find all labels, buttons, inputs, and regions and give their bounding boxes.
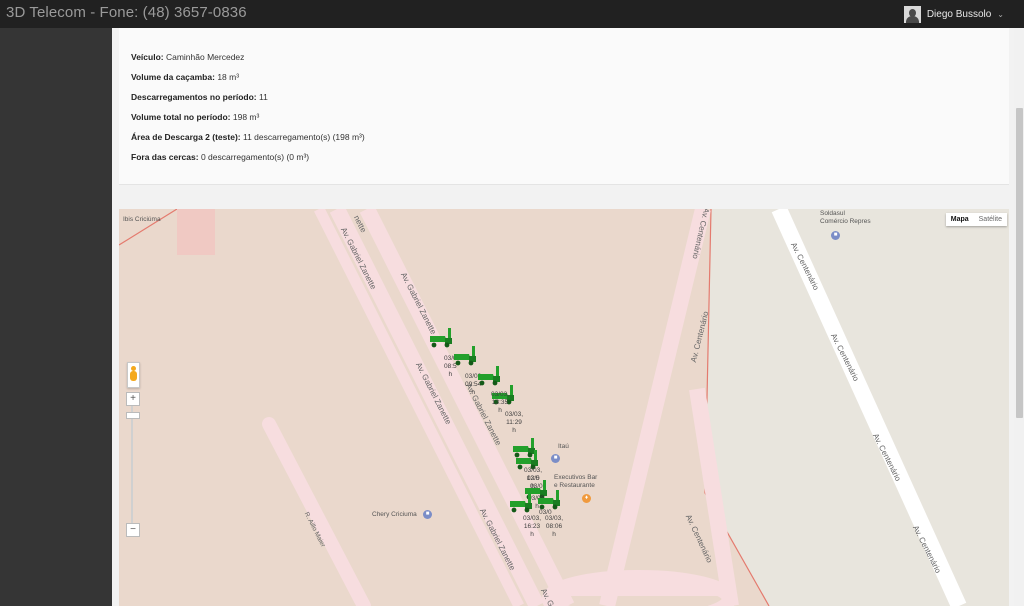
app-title: 3D Telecom - Fone: (48) 3657-0836 <box>6 4 247 21</box>
info-vehicle: Veículo: Caminhão Mercedez <box>131 52 245 62</box>
truck-marker-label: 03/0 <box>527 475 540 482</box>
map-type-control: Mapa Satélite <box>945 213 1007 226</box>
poi-label-soldasul: Soldasul <box>820 210 845 217</box>
restaurant-icon: ♦ <box>582 494 591 503</box>
info-area: Área de Descarga 2 (teste): 11 descarreg… <box>131 132 365 142</box>
info-outside-fences: Fora das cercas: 0 descarregamento(s) (0… <box>131 152 310 162</box>
truck-marker-icon[interactable] <box>537 489 563 511</box>
truck-marker-label: 03/03, 16:23 h <box>523 515 542 538</box>
truck-marker-label: 03/03, 08:06 h <box>545 515 564 538</box>
user-menu[interactable]: Diego Bussolo ⌄ <box>903 3 1004 25</box>
store-icon: ■ <box>831 231 840 240</box>
map-type-map-button[interactable]: Mapa <box>946 213 974 226</box>
map-base <box>119 209 1009 606</box>
vehicle-info-panel: Veículo: Caminhão Mercedez Volume da caç… <box>119 28 1009 185</box>
map[interactable]: Mapa Satélite + − nette Av. Gabriel Zane… <box>119 209 1009 606</box>
truck-marker-label: 03/0 <box>530 483 543 490</box>
poi-label-itau: Itaú <box>558 443 569 450</box>
poi-label-executivos: Executivos Bar <box>554 474 598 481</box>
poi-label-executivos: e Restaurante <box>554 482 595 489</box>
bank-icon: ■ <box>551 454 560 463</box>
avatar <box>903 5 921 23</box>
street-view-pegman-icon[interactable] <box>127 362 140 388</box>
poi-label-soldasul: Comércio Repres <box>820 218 871 225</box>
truck-marker-icon[interactable] <box>429 327 455 349</box>
user-name: Diego Bussolo <box>926 8 992 20</box>
car-dealer-icon: ■ <box>423 510 432 519</box>
truck-marker-label: 03/03, 13:35 h <box>491 391 510 414</box>
top-bar: 3D Telecom - Fone: (48) 3657-0836 Diego … <box>0 0 1024 28</box>
poi-label-ibis: Ibis Criciúma <box>123 216 161 223</box>
zoom-slider-handle[interactable] <box>126 412 140 419</box>
info-volume: Volume da caçamba: 18 m³ <box>131 72 240 82</box>
map-type-satellite-button[interactable]: Satélite <box>974 213 1007 226</box>
scrollbar[interactable] <box>1014 28 1024 606</box>
info-discharges: Descarregamentos no período: 11 <box>131 92 268 102</box>
zoom-out-button[interactable]: − <box>126 523 140 537</box>
info-total-volume: Volume total no período: 198 m³ <box>131 112 260 122</box>
zoom-slider-track[interactable] <box>131 404 133 526</box>
zoom-in-button[interactable]: + <box>126 392 140 406</box>
truck-marker-label: 03/0 <box>539 509 552 516</box>
poi-label-chery: Chery Criciuma <box>372 511 417 518</box>
truck-marker-icon[interactable] <box>509 492 535 514</box>
sidebar <box>0 28 112 606</box>
truck-marker-icon[interactable] <box>453 345 479 367</box>
scrollbar-thumb[interactable] <box>1016 108 1023 418</box>
chevron-down-icon: ⌄ <box>997 9 1004 19</box>
